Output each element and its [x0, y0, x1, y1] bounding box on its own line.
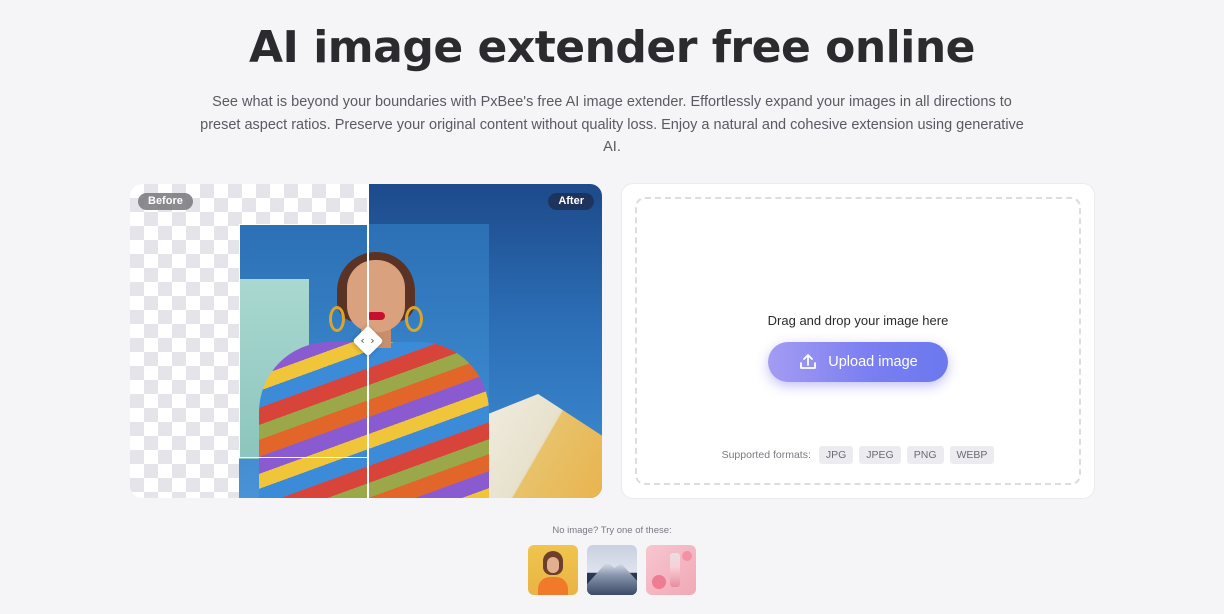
chevrons-left-right-icon[interactable]: ‹ ›	[357, 333, 379, 349]
format-badge-png: PNG	[906, 446, 944, 464]
format-badge-jpeg: JPEG	[859, 446, 901, 464]
thumb-bottle	[670, 553, 680, 587]
thumb-flower	[652, 575, 666, 589]
sample-portrait-thumbnail[interactable]	[528, 545, 578, 595]
sample-cosmetics-thumbnail[interactable]	[646, 545, 696, 595]
thumb-mountain	[587, 561, 637, 595]
upload-card: Drag and drop your image here Upload ima…	[621, 183, 1095, 499]
photo-lips	[367, 312, 385, 320]
page-title: AI image extender free online	[248, 22, 976, 73]
sample-mountain-thumbnail[interactable]	[587, 545, 637, 595]
before-badge: Before	[138, 193, 193, 210]
after-badge: After	[548, 193, 594, 210]
format-badge-jpg: JPG	[818, 446, 854, 464]
original-frame-outline	[239, 224, 368, 458]
thumb-body	[538, 577, 568, 595]
sample-images-label: No image? Try one of these:	[552, 525, 672, 536]
supported-formats: Supported formats: JPG JPEG PNG WEBP	[637, 446, 1079, 464]
upload-button-label: Upload image	[828, 354, 918, 370]
dropzone-instructions: Drag and drop your image here	[767, 313, 949, 328]
page-subtitle: See what is beyond your boundaries with …	[200, 94, 1024, 155]
thumb-flower-small	[682, 551, 692, 561]
earring-right	[405, 306, 423, 332]
upload-icon	[800, 354, 817, 369]
before-after-comparison[interactable]: ‹ › Before After	[130, 184, 602, 498]
image-dropzone[interactable]: Drag and drop your image here Upload ima…	[635, 197, 1081, 485]
upload-image-button[interactable]: Upload image	[768, 342, 948, 382]
thumb-face	[547, 557, 559, 573]
format-badge-webp: WEBP	[949, 446, 995, 464]
formats-label: Supported formats:	[721, 449, 811, 461]
sample-images	[528, 545, 696, 595]
